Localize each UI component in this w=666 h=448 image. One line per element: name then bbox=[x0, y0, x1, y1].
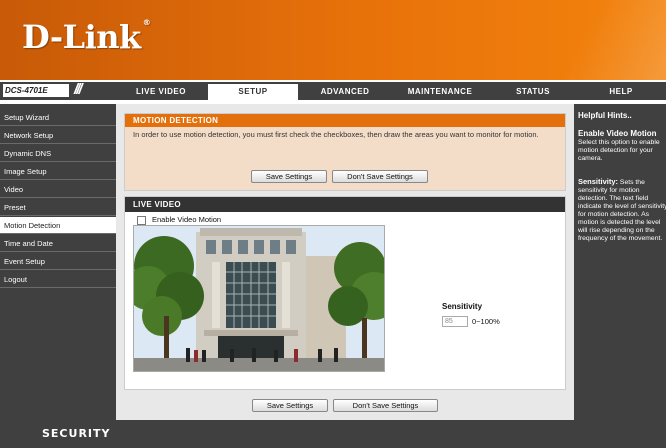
motion-detection-panel: MOTION DETECTION In order to use motion … bbox=[124, 113, 566, 191]
live-video-title: LIVE VIDEO bbox=[125, 197, 565, 212]
sidebar-item-logout[interactable]: Logout bbox=[0, 271, 116, 288]
helpful-hints-panel: Helpful Hints.. Enable Video Motion Sele… bbox=[574, 104, 666, 420]
sensitivity-input[interactable]: 85 bbox=[442, 316, 468, 327]
sidebar-item-network-setup[interactable]: Network Setup bbox=[0, 127, 116, 144]
hints-title: Helpful Hints.. bbox=[578, 111, 632, 120]
street-scene-image bbox=[134, 226, 384, 371]
header-banner: D-Link ® bbox=[0, 0, 666, 80]
logo-text: D-Link bbox=[22, 18, 141, 56]
save-settings-button[interactable]: Save Settings bbox=[251, 170, 327, 183]
sidebar-item-video[interactable]: Video bbox=[0, 181, 116, 198]
model-name: DCS-4701E bbox=[3, 84, 69, 97]
sidebar-item-event-setup[interactable]: Event Setup bbox=[0, 253, 116, 270]
top-nav: DCS-4701E /// LIVE VIDEO SETUP ADVANCED … bbox=[0, 80, 666, 102]
sensitivity-label: Sensitivity bbox=[442, 302, 483, 311]
tab-advanced[interactable]: ADVANCED bbox=[300, 84, 390, 100]
motion-description: In order to use motion detection, you mu… bbox=[133, 130, 539, 139]
registered-mark: ® bbox=[142, 18, 151, 27]
hint-enable-title: Enable Video Motion bbox=[578, 129, 657, 138]
hint-sensitivity-title: Sensitivity: bbox=[578, 177, 619, 186]
dlink-logo: D-Link ® bbox=[22, 18, 151, 56]
hint-enable-text: Select this option to enable motion dete… bbox=[578, 139, 660, 162]
tab-help[interactable]: HELP bbox=[576, 84, 666, 100]
sensitivity-range: 0~100% bbox=[472, 317, 500, 326]
live-video-panel: LIVE VIDEO Enable Video Motion Sensitivi… bbox=[124, 196, 566, 390]
sidebar-item-image-setup[interactable]: Image Setup bbox=[0, 163, 116, 180]
bottom-dont-save-settings-button[interactable]: Don't Save Settings bbox=[333, 399, 438, 412]
sidebar-item-motion-detection[interactable]: Motion Detection bbox=[0, 217, 116, 234]
tab-maintenance[interactable]: MAINTENANCE bbox=[390, 84, 490, 100]
dont-save-settings-button[interactable]: Don't Save Settings bbox=[332, 170, 428, 183]
tab-status[interactable]: STATUS bbox=[492, 84, 574, 100]
banner-sweep bbox=[560, 0, 666, 80]
enable-video-motion-label: Enable Video Motion bbox=[152, 215, 222, 224]
sidebar: Setup Wizard Network Setup Dynamic DNS I… bbox=[0, 104, 116, 420]
enable-video-motion-checkbox[interactable] bbox=[137, 216, 146, 225]
sidebar-item-time-and-date[interactable]: Time and Date bbox=[0, 235, 116, 252]
hint-sensitivity: Sensitivity: Sets the sensitivity for mo… bbox=[578, 178, 666, 243]
bottom-save-settings-button[interactable]: Save Settings bbox=[252, 399, 328, 412]
main-content: MOTION DETECTION In order to use motion … bbox=[116, 104, 574, 420]
sidebar-item-setup-wizard[interactable]: Setup Wizard bbox=[0, 109, 116, 126]
sidebar-item-dynamic-dns[interactable]: Dynamic DNS bbox=[0, 145, 116, 162]
footer-security-label: SECURITY bbox=[42, 427, 111, 440]
camera-live-view[interactable] bbox=[133, 225, 385, 372]
hint-sensitivity-text: Sets the sensitivity for motion detectio… bbox=[578, 179, 666, 242]
model-box: DCS-4701E /// bbox=[0, 81, 110, 99]
slashes-icon: /// bbox=[74, 81, 82, 98]
motion-detection-title: MOTION DETECTION bbox=[125, 114, 565, 127]
tab-setup[interactable]: SETUP bbox=[208, 84, 298, 100]
footer-bar: SECURITY bbox=[0, 420, 666, 448]
sidebar-item-preset[interactable]: Preset bbox=[0, 199, 116, 216]
tab-live-video[interactable]: LIVE VIDEO bbox=[116, 84, 206, 100]
